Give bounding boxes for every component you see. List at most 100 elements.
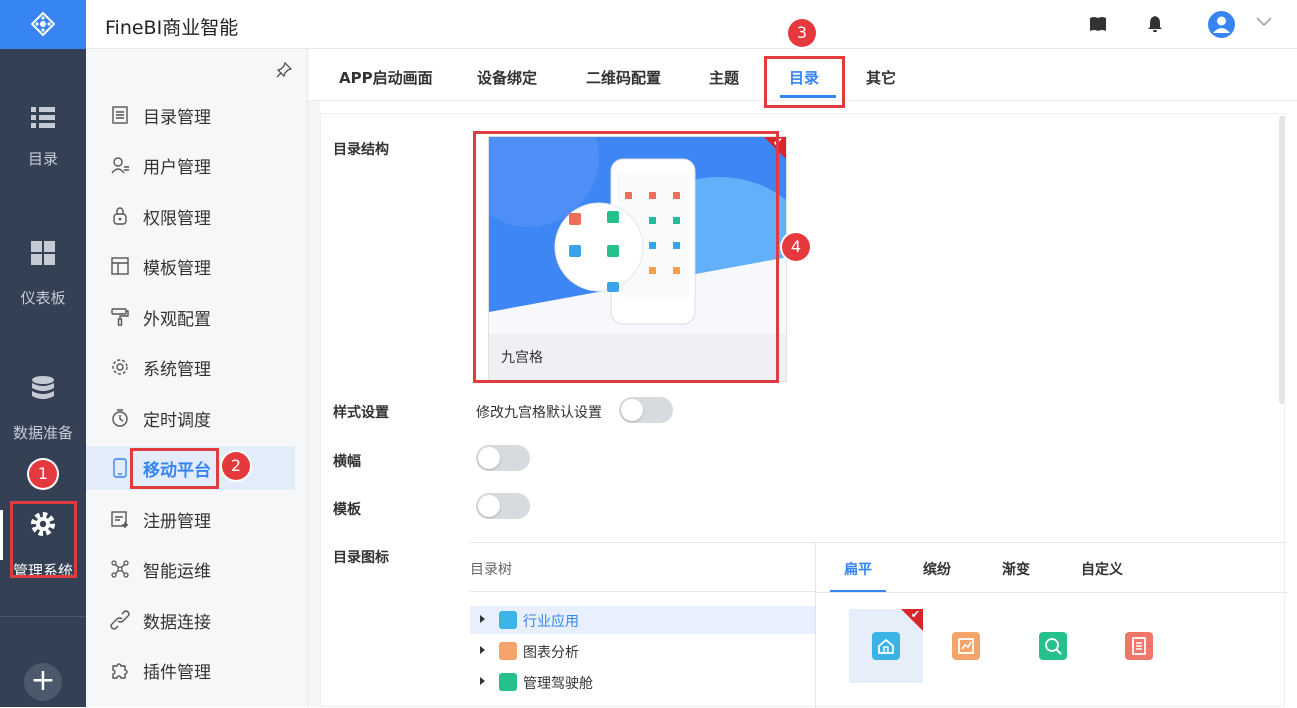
puzzle-icon	[112, 663, 128, 679]
tree-node-label: 行业应用	[523, 614, 579, 630]
expand-arrow-icon[interactable]	[480, 677, 485, 685]
app-rail: 目录 仪表板 数据准备 管理系统 +	[0, 0, 86, 707]
chart-icon	[499, 642, 517, 660]
nav-item-label: 定时调度	[143, 411, 211, 431]
nav-item-template-mgmt[interactable]: 模板管理	[86, 244, 295, 288]
logo-icon	[31, 12, 55, 36]
nav-item-catalog-mgmt[interactable]: 目录管理	[86, 93, 295, 137]
tab-colorful[interactable]: 缤纷	[923, 559, 951, 579]
search-icon	[1039, 632, 1067, 660]
help-book-icon[interactable]	[1089, 16, 1107, 32]
dashboard-icon	[31, 241, 55, 265]
expand-arrow-icon[interactable]	[480, 646, 485, 654]
callout-badge: 3	[788, 19, 816, 47]
nav-item-label: 权限管理	[143, 209, 211, 229]
nav-item-user-mgmt[interactable]: 用户管理	[86, 143, 295, 187]
settings-icon	[112, 359, 128, 375]
landscape-toggle[interactable]	[476, 445, 530, 471]
timer-icon	[112, 409, 128, 427]
highlight-mobile-platform	[130, 448, 219, 489]
callout-badge: 2	[222, 452, 250, 480]
nav-item-ops[interactable]: 智能运维	[86, 547, 295, 591]
paint-roller-icon	[111, 308, 129, 326]
bell-icon[interactable]	[1147, 15, 1163, 33]
nav-item-label: 数据连接	[143, 613, 211, 633]
catalog-settings: 目录结构 ✔ 九宫格 样式设置 修改九宫格默认设置 横幅 模板 目录图标 目录树…	[320, 113, 1287, 708]
rail-item-data-prep[interactable]: 数据准备	[0, 374, 86, 454]
link-icon	[110, 610, 130, 630]
rail-item-dashboard[interactable]: 仪表板	[0, 239, 86, 319]
nav-item-label: 模板管理	[143, 259, 211, 279]
icon-option-search[interactable]	[1016, 609, 1090, 683]
tree-node[interactable]: 管理驾驶舱	[470, 668, 815, 696]
template-label: 模板	[333, 502, 361, 518]
toggle-knob	[478, 447, 500, 469]
tree-node[interactable]: 行业应用	[470, 606, 815, 634]
tab-qr-config[interactable]: 二维码配置	[586, 67, 661, 88]
nav-item-label: 用户管理	[143, 158, 211, 178]
rail-item-catalog[interactable]: 目录	[0, 104, 86, 184]
catalog-icon	[112, 106, 128, 124]
toggle-knob	[621, 399, 643, 421]
nav-item-appearance[interactable]: 外观配置	[86, 295, 295, 339]
add-button[interactable]: +	[24, 663, 62, 701]
home-icon	[499, 611, 517, 629]
icon-option-house[interactable]: ✔	[849, 608, 923, 683]
catalog-tree: 目录树 行业应用 图表分析 管理驾驶舱	[470, 542, 816, 708]
icon-style-picker: 扁平 缤纷 渐变 自定义 ✔	[815, 542, 1287, 708]
check-icon: ✔	[910, 608, 920, 621]
nav-item-data-connection[interactable]: 数据连接	[86, 598, 295, 642]
nav-item-label: 智能运维	[143, 562, 211, 582]
tree-header: 目录树	[470, 562, 512, 578]
tree-header-divider	[470, 591, 816, 592]
nav-item-label: 注册管理	[143, 512, 211, 532]
icon-tab-divider	[816, 592, 1287, 593]
highlight-catalog-tab	[764, 56, 845, 108]
nav-item-schedule[interactable]: 定时调度	[86, 396, 295, 440]
avatar[interactable]	[1208, 11, 1235, 38]
landscape-label: 横幅	[333, 454, 361, 470]
style-settings-label: 样式设置	[333, 405, 389, 421]
pin-icon[interactable]	[276, 62, 292, 78]
tree-node-label: 图表分析	[523, 645, 579, 661]
nav-item-label: 外观配置	[143, 310, 211, 330]
lock-icon	[113, 207, 127, 225]
template-toggle[interactable]	[476, 493, 530, 519]
nav-item-system-mgmt[interactable]: 系统管理	[86, 345, 295, 389]
icon-option-document[interactable]	[1102, 609, 1176, 683]
nav-item-label: 插件管理	[143, 663, 211, 683]
tab-theme[interactable]: 主题	[709, 67, 739, 88]
user-manage-icon	[111, 157, 129, 174]
tab-app-splash[interactable]: APP启动画面	[339, 67, 433, 88]
mobile-icon	[113, 458, 127, 478]
nav-item-plugin[interactable]: 插件管理	[86, 648, 295, 692]
vertical-scrollbar[interactable]	[1279, 116, 1285, 404]
tab-custom[interactable]: 自定义	[1081, 559, 1123, 579]
top-bar: FineBI商业智能	[86, 0, 1297, 49]
icon-option-chart[interactable]	[929, 609, 1003, 683]
tab-device-binding[interactable]: 设备绑定	[477, 67, 537, 88]
expand-arrow-icon[interactable]	[480, 615, 485, 623]
tab-flat[interactable]: 扁平	[844, 559, 872, 579]
callout-badge: 4	[782, 233, 810, 261]
nav-item-permission-mgmt[interactable]: 权限管理	[86, 194, 295, 238]
document-icon	[1125, 632, 1153, 660]
app-title: FineBI商业智能	[105, 17, 239, 39]
tree-node[interactable]: 图表分析	[470, 637, 815, 665]
nav-item-registration[interactable]: 注册管理	[86, 497, 295, 541]
highlight-admin	[10, 501, 77, 578]
style-toggle[interactable]	[619, 397, 673, 423]
chevron-down-icon[interactable]	[1256, 17, 1272, 27]
house-icon	[872, 632, 900, 660]
chart-icon	[952, 632, 980, 660]
catalog-icon-label: 目录图标	[333, 550, 389, 566]
list-icon	[31, 107, 55, 128]
admin-nav: 目录管理 用户管理 权限管理 模板管理 外观配置 系统管理 定时调度 移动平台 …	[86, 49, 308, 707]
template-icon	[111, 257, 129, 275]
user-icon	[1213, 16, 1230, 33]
app-logo[interactable]	[0, 0, 86, 49]
nav-item-label: 目录管理	[143, 108, 211, 128]
rail-divider	[0, 616, 86, 617]
tab-other[interactable]: 其它	[866, 67, 896, 88]
tab-gradient[interactable]: 渐变	[1002, 559, 1030, 579]
